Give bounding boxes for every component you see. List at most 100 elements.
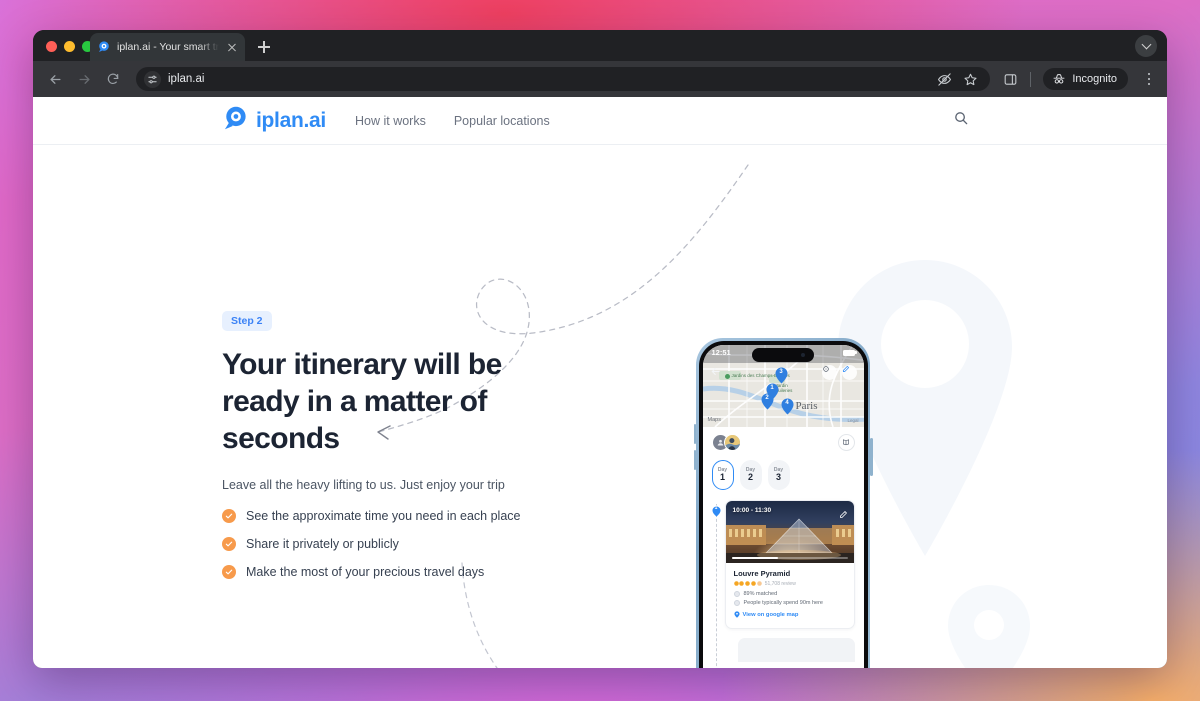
incognito-hat-icon	[1053, 74, 1065, 84]
timeline-stop-index: 1	[714, 504, 718, 511]
power-button[interactable]	[870, 438, 873, 476]
search-icon[interactable]	[953, 110, 969, 131]
hero-copy: Step 2 Your itinerary will be ready in a…	[222, 311, 562, 579]
web-page: iplan.ai How it works Popular locations	[33, 97, 1167, 668]
minimize-window-button[interactable]	[64, 41, 75, 52]
incognito-label: Incognito	[1072, 73, 1117, 85]
meta-row: People typically spend 90m here	[733, 599, 846, 606]
toolbar-divider	[1030, 71, 1032, 87]
check-circle-icon	[222, 508, 236, 523]
incognito-badge[interactable]: Incognito	[1043, 68, 1128, 90]
itinerary-timeline: 1 10:00 - 11:30 Louvre Pyramid 51,708 re…	[712, 499, 855, 668]
avatar-group[interactable]	[711, 433, 855, 451]
site-header: iplan.ai How it works Popular locations	[33, 97, 1167, 145]
battery-icon	[842, 349, 857, 356]
pin-label: 3	[779, 368, 783, 375]
view-on-google-map-link[interactable]: View on google map	[733, 610, 846, 620]
map-pin-3[interactable]: 3	[775, 367, 788, 384]
list-item-label: Share it privately or publicly	[246, 536, 399, 551]
phone-screen: 12:51 Jardins des Champs-Élysées Jardin …	[702, 344, 864, 668]
close-icon[interactable]	[225, 41, 238, 54]
itinerary-panel: Day 1 Day 2 Day 3 1 10:00 - 11:30 Louvre…	[703, 427, 864, 668]
tab-title: iplan.ai - Your smart travel pla	[117, 41, 219, 53]
timeline-stop-marker: 1	[712, 504, 721, 516]
day-number: 3	[775, 471, 781, 482]
review-count: 51,708 review	[764, 580, 796, 587]
side-panel-icon[interactable]	[1003, 72, 1018, 87]
guide-book-icon[interactable]	[837, 433, 855, 451]
browser-titlebar: iplan.ai - Your smart travel pla	[33, 30, 1167, 61]
hero-section: Step 2 Your itinerary will be ready in a…	[33, 145, 1167, 668]
reload-icon[interactable]	[100, 66, 126, 92]
meta-row: 89% matched	[733, 590, 846, 597]
card-body: Louvre Pyramid 51,708 review 89% matched…	[726, 563, 854, 628]
browser-toolbar: iplan.ai Incognito	[33, 61, 1167, 97]
map-pin-icon	[733, 610, 740, 620]
kebab-menu-icon[interactable]	[1140, 72, 1158, 86]
itinerary-card[interactable]: 10:00 - 11:30 Louvre Pyramid 51,708 revi…	[724, 499, 855, 629]
window-traffic-lights[interactable]	[46, 41, 93, 52]
dashed-arrow-curve	[377, 164, 749, 668]
avatar[interactable]	[723, 433, 741, 451]
status-time: 12:51	[711, 348, 731, 357]
logo-text: iplan.ai	[256, 108, 326, 132]
place-name: Louvre Pyramid	[733, 568, 791, 578]
phone-notch	[752, 347, 814, 362]
back-arrow-icon[interactable]	[42, 66, 68, 92]
pin-label: 2	[765, 394, 769, 401]
hero-subtitle: Leave all the heavy lifting to us. Just …	[222, 477, 505, 492]
nav-item-how-it-works[interactable]: How it works	[355, 114, 426, 128]
site-settings-icon[interactable]	[144, 70, 161, 88]
url-text: iplan.ai	[168, 73, 205, 85]
map-city-label: Paris	[795, 399, 818, 412]
volume-up-button[interactable]	[693, 424, 696, 444]
day-number: 2	[747, 471, 753, 482]
list-item: Share it privately or publicly	[222, 536, 562, 551]
locate-icon[interactable]	[821, 364, 837, 380]
match-dot-icon	[733, 590, 740, 597]
site-nav: How it works Popular locations	[355, 114, 550, 128]
list-item-label: See the approximate time you need in eac…	[246, 508, 521, 523]
place-meta: 89% matched People typically spend 90m h…	[733, 590, 846, 606]
step-badge: Step 2	[222, 311, 272, 331]
map-pin-4[interactable]: 4	[781, 398, 794, 415]
day-selector[interactable]: Day 1 Day 2 Day 3	[711, 459, 855, 490]
browser-tab[interactable]: iplan.ai - Your smart travel pla	[90, 33, 245, 61]
forward-arrow-icon[interactable]	[71, 66, 97, 92]
map-pin-watermark-small	[943, 583, 1035, 668]
day-tab-2[interactable]: Day 2	[739, 459, 762, 490]
phone-frame: 12:51 Jardins des Champs-Élysées Jardin …	[693, 338, 873, 668]
next-itinerary-card-partial[interactable]	[737, 637, 855, 662]
pin-label: 4	[785, 399, 789, 406]
star-icon[interactable]	[963, 72, 978, 87]
eye-slash-icon[interactable]	[937, 72, 952, 87]
phone-bezel: 12:51 Jardins des Champs-Élysées Jardin …	[698, 340, 868, 668]
benefit-list: See the approximate time you need in eac…	[222, 508, 562, 579]
plus-icon[interactable]	[255, 38, 273, 56]
nav-item-popular-locations[interactable]: Popular locations	[454, 114, 550, 128]
map-pin-logo-icon	[222, 105, 249, 137]
page-title: Your itinerary will be ready in a matter…	[222, 348, 502, 455]
map-legal-link[interactable]: Legal	[847, 418, 858, 423]
close-window-button[interactable]	[46, 41, 57, 52]
check-circle-icon	[222, 564, 236, 579]
iplan-favicon-icon	[97, 40, 111, 54]
map-attribution: Maps	[707, 416, 721, 423]
edit-pencil-icon[interactable]	[839, 506, 848, 524]
rating-row: 51,708 review	[733, 580, 846, 587]
day-number: 1	[719, 471, 725, 482]
day-tab-1[interactable]: Day 1	[711, 459, 734, 490]
site-logo[interactable]: iplan.ai	[222, 105, 326, 137]
card-time-range: 10:00 - 11:30	[732, 506, 772, 514]
map-pin-2[interactable]: 2	[761, 393, 774, 410]
volume-down-button[interactable]	[693, 450, 696, 470]
timeline-connector	[715, 503, 717, 668]
list-item: See the approximate time you need in eac…	[222, 508, 562, 523]
photo-carousel-indicator[interactable]	[731, 556, 848, 559]
address-bar[interactable]: iplan.ai	[136, 67, 991, 91]
edit-pencil-icon[interactable]	[841, 364, 857, 380]
chevron-down-icon[interactable]	[1135, 35, 1157, 57]
browser-window: iplan.ai - Your smart travel pla	[33, 30, 1167, 668]
list-item: Make the most of your precious travel da…	[222, 564, 562, 579]
day-tab-3[interactable]: Day 3	[767, 459, 790, 490]
